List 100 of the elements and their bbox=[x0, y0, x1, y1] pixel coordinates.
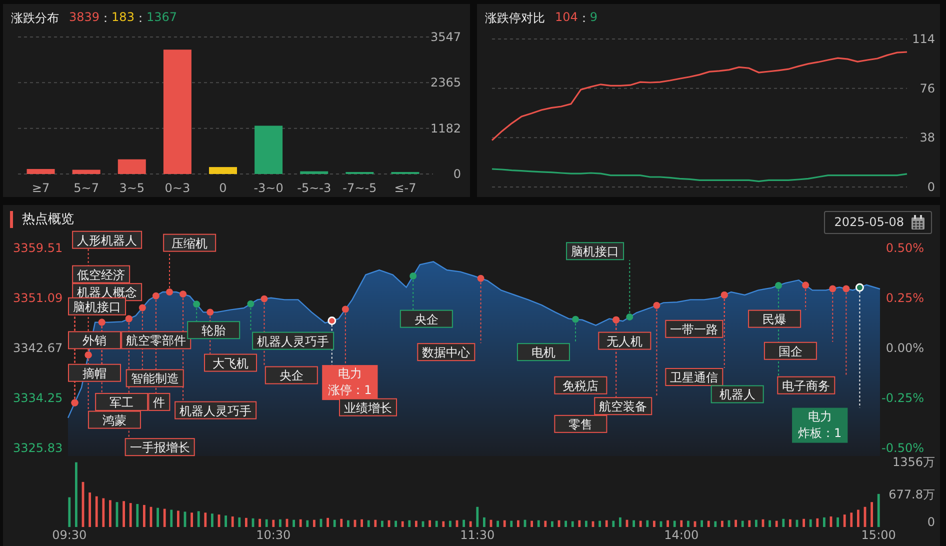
axis-label: 0 bbox=[219, 181, 227, 195]
volume-bar bbox=[388, 520, 390, 527]
volume-bar bbox=[809, 519, 812, 527]
volume-bar bbox=[789, 519, 792, 527]
volume-bar bbox=[88, 492, 91, 527]
axis-label: 3~5 bbox=[119, 181, 145, 195]
axis-label: 3325.83 bbox=[13, 441, 63, 455]
volume-bar bbox=[163, 508, 166, 527]
axis-label: 1356万 bbox=[892, 455, 935, 469]
volume-bar bbox=[558, 520, 560, 527]
volume-bar bbox=[197, 511, 200, 527]
volume-bar bbox=[184, 512, 186, 527]
volume-bar bbox=[265, 519, 268, 527]
topic-tag: 外销 bbox=[68, 331, 121, 350]
volume-bar bbox=[741, 520, 744, 527]
histogram-bar bbox=[72, 170, 100, 174]
axis-label: 0 bbox=[453, 167, 461, 181]
axis-label: 0.25% bbox=[886, 291, 924, 305]
volume-bar bbox=[585, 520, 588, 527]
volume-bar bbox=[326, 518, 329, 527]
volume-bar bbox=[224, 516, 227, 527]
histogram-bar bbox=[118, 159, 146, 174]
volume-bar bbox=[687, 520, 690, 527]
volume-bar bbox=[374, 520, 377, 527]
volume-bar bbox=[639, 520, 642, 527]
axis-label: 14:00 bbox=[664, 528, 699, 542]
volume-bar bbox=[231, 516, 234, 527]
volume-bar bbox=[129, 503, 132, 527]
volume-bar bbox=[442, 521, 445, 527]
volume-bar bbox=[768, 520, 771, 527]
topic-tag: 机器人灵巧手 bbox=[174, 401, 257, 420]
axis-label: 3547 bbox=[430, 32, 461, 44]
axis-label: ≥7 bbox=[32, 181, 50, 195]
volume-bar bbox=[721, 520, 724, 527]
volume-bar bbox=[775, 520, 778, 527]
volume-bar bbox=[252, 518, 254, 527]
topic-tag: 央企 bbox=[264, 366, 318, 384]
axis-label: 0 bbox=[927, 515, 935, 529]
topic-tag: 航空装备 bbox=[594, 397, 652, 416]
volume-bar bbox=[544, 520, 547, 527]
volume-bar bbox=[510, 520, 513, 527]
volume-bar bbox=[496, 520, 499, 527]
volume-bar bbox=[490, 520, 492, 527]
date-picker[interactable]: 2025-05-08 bbox=[824, 210, 932, 234]
volume-bar bbox=[136, 504, 139, 527]
axis-label: -7~-5 bbox=[342, 181, 377, 195]
axis-label: 2365 bbox=[430, 76, 461, 90]
topic-tag: 摘帽 bbox=[68, 364, 121, 382]
volume-bar bbox=[218, 514, 220, 527]
summary-text: 1367 bbox=[146, 10, 177, 26]
axis-label: -5~-3 bbox=[297, 181, 332, 195]
volume-bar bbox=[422, 521, 424, 527]
callout-box: 电力 涨停：1 bbox=[322, 365, 378, 400]
volume-bar bbox=[551, 521, 554, 527]
axis-label: -0.50% bbox=[882, 441, 924, 455]
axis-label: 677.8万 bbox=[888, 488, 935, 502]
topic-tag: 航空零部件 bbox=[121, 331, 192, 350]
volume-bar bbox=[116, 502, 118, 527]
topic-tag: 卫星通信 bbox=[665, 368, 724, 386]
volume-bar bbox=[292, 520, 295, 527]
topic-tag: 机器人 bbox=[710, 385, 764, 404]
topic-tag: 件 bbox=[148, 392, 170, 411]
volume-bar bbox=[673, 520, 676, 527]
topic-tag: 人形机器人 bbox=[72, 230, 142, 249]
volume-bar bbox=[109, 500, 112, 527]
volume-bar bbox=[612, 520, 615, 527]
axis-label: ≤-7 bbox=[394, 181, 416, 195]
volume-bar bbox=[605, 520, 608, 527]
topic-tag: 脑机接口 bbox=[566, 242, 624, 260]
section-title: 热点概览 bbox=[22, 211, 74, 228]
summary-text: ： bbox=[134, 10, 146, 26]
volume-bar bbox=[564, 520, 567, 527]
volume-bar bbox=[360, 519, 363, 527]
volume-bar bbox=[571, 521, 574, 527]
volume-bar bbox=[415, 520, 418, 527]
axis-label: 1182 bbox=[430, 121, 461, 136]
topic-tag: 零售 bbox=[554, 414, 608, 433]
topic-tag: 央企 bbox=[400, 310, 453, 328]
volume-bar bbox=[694, 521, 696, 527]
axis-label: 15:00 bbox=[861, 528, 896, 542]
volume-bar bbox=[864, 506, 866, 527]
volume-bar bbox=[68, 497, 71, 527]
volume-bar bbox=[279, 519, 282, 527]
volume-bar bbox=[258, 518, 261, 527]
topic-tag: 民爆 bbox=[748, 310, 802, 328]
topic-tag: 电机 bbox=[516, 343, 570, 362]
volume-bar bbox=[82, 482, 84, 527]
axis-label: 10:30 bbox=[256, 528, 291, 542]
volume-bar bbox=[857, 510, 860, 527]
volume-bar bbox=[170, 510, 173, 527]
volume-bar bbox=[333, 520, 336, 527]
volume-bar bbox=[700, 520, 703, 527]
volume-bar bbox=[449, 520, 452, 527]
volume-bar bbox=[598, 520, 601, 527]
axis-label: -3~0 bbox=[254, 181, 284, 195]
callout-box: 电力 炸板：1 bbox=[792, 408, 848, 443]
volume-bar bbox=[469, 521, 472, 527]
histogram-bar bbox=[209, 167, 237, 174]
topic-tag: 军工 bbox=[95, 392, 148, 411]
volume-bar bbox=[755, 520, 758, 527]
